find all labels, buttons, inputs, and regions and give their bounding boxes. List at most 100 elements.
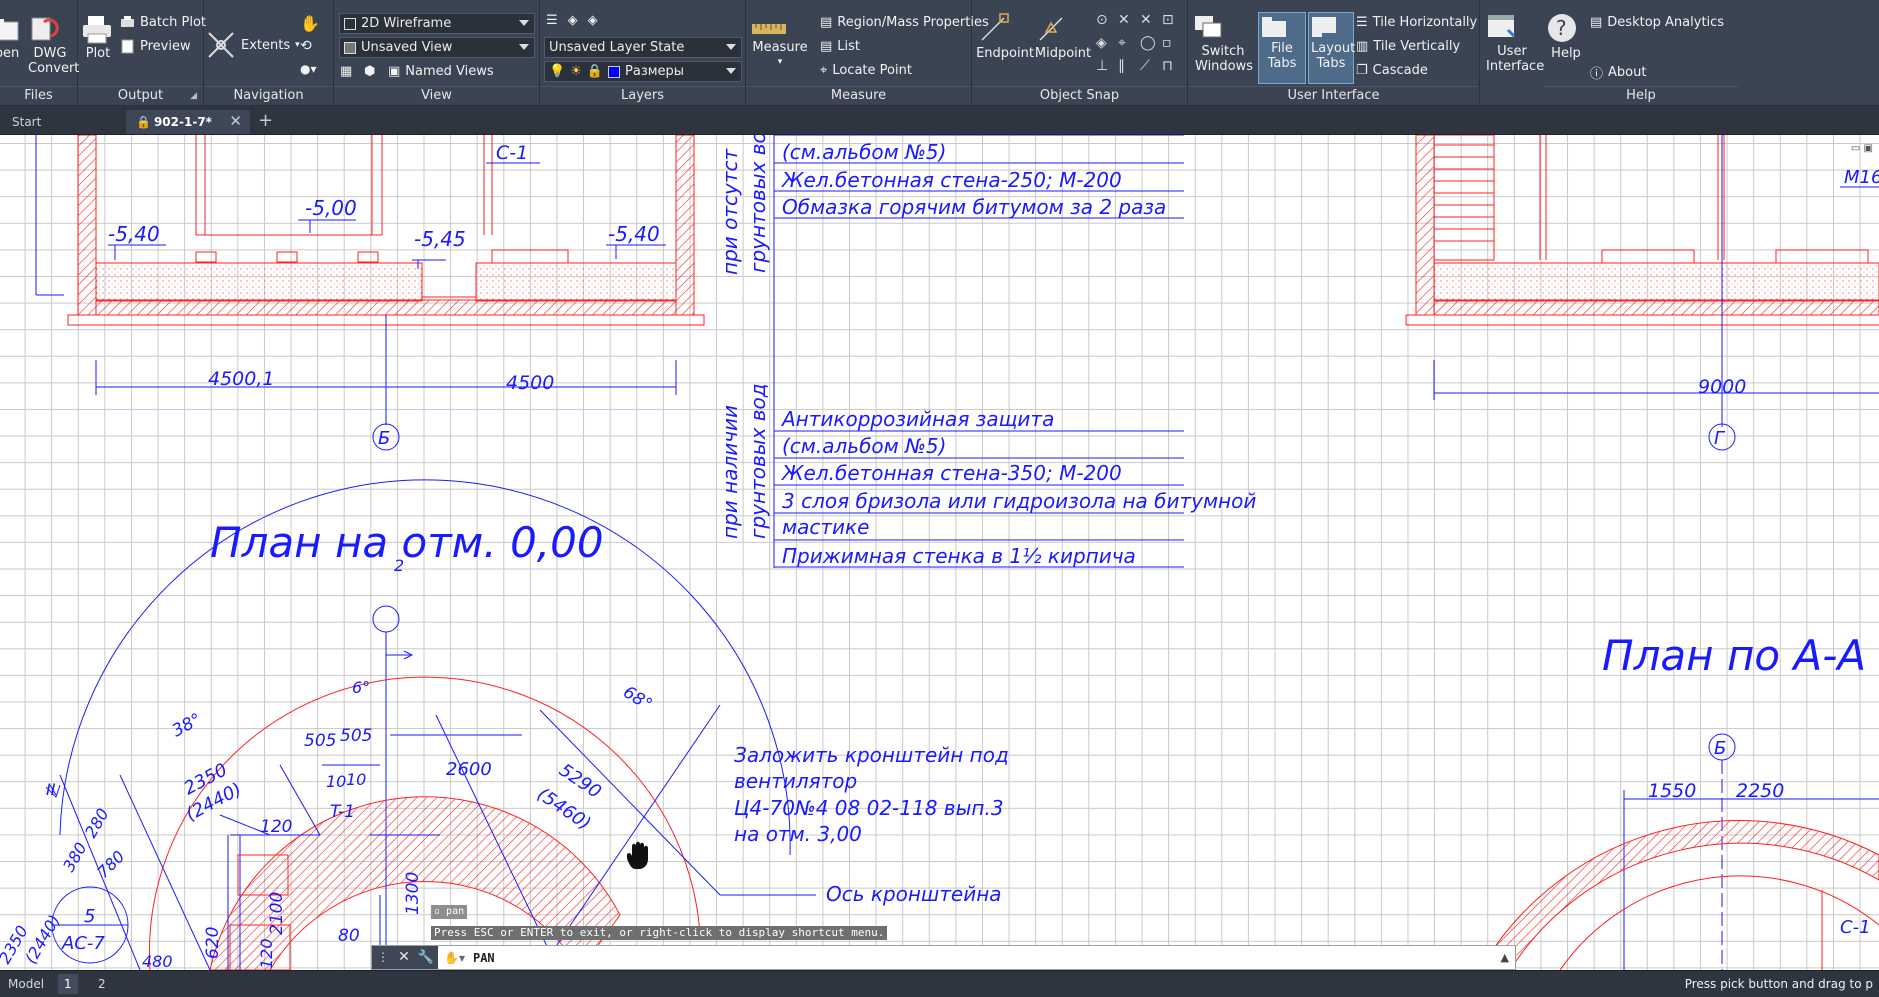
- plan-dim-2100: 2100: [267, 892, 287, 935]
- preview-button[interactable]: Preview: [120, 39, 191, 54]
- tile-vertically-icon: ▥: [1356, 39, 1369, 54]
- viewport-config-button[interactable]: ▦: [340, 64, 352, 79]
- endpoint-snap-button[interactable]: Endpoint: [976, 12, 1034, 61]
- plan-dim-80: 80: [338, 926, 360, 946]
- partial-dim-120: 120: [257, 938, 276, 969]
- saved-view-dropdown[interactable]: Unsaved View: [339, 37, 535, 58]
- tile-horizontally-button[interactable]: ☰ Tile Horizontally: [1356, 15, 1477, 30]
- cascade-icon: ❐: [1356, 63, 1368, 78]
- tile-vertically-button[interactable]: ▥ Tile Vertically: [1356, 39, 1460, 54]
- pan-button[interactable]: ✋: [300, 14, 320, 33]
- center-snap-icon[interactable]: ⊙: [1096, 12, 1118, 28]
- extents-button[interactable]: Extents ▾: [206, 30, 300, 60]
- drawing-svg: -5,40 -5,00 -5,45 -5,40 С-1 4500,1 4500 …: [0, 135, 1879, 970]
- svg-text:?: ?: [1556, 16, 1567, 40]
- steering-wheel-button[interactable]: ●▾: [300, 62, 317, 76]
- minimize-icon[interactable]: ▭: [1851, 143, 1860, 154]
- viewport-controls[interactable]: ▭ ▣: [1851, 143, 1873, 154]
- orbit-icon: ⟲: [300, 38, 312, 54]
- orbit-button[interactable]: ⟲: [300, 38, 312, 54]
- nearest-snap-icon[interactable]: ▫: [1162, 35, 1184, 51]
- close-icon[interactable]: ✕: [394, 946, 414, 969]
- vertical-label-2b: грунтовых вод: [746, 383, 770, 539]
- tab-layout-2[interactable]: 2: [92, 974, 112, 994]
- tab-model[interactable]: Model: [2, 974, 50, 994]
- view-cube-button[interactable]: ⬢: [364, 64, 375, 79]
- tab-layout-1[interactable]: 1: [58, 974, 78, 994]
- plan-dim-10-b: 10: [346, 770, 366, 789]
- switch-windows-button[interactable]: Switch Windows: [1192, 12, 1254, 74]
- lock-icon: 🔒: [136, 115, 151, 129]
- output-launcher-icon[interactable]: ◢: [190, 87, 197, 105]
- tab-drawing-902-1-7[interactable]: 🔒 902-1-7* ✕: [126, 110, 250, 134]
- desktop-analytics-button[interactable]: ▤ Desktop Analytics: [1590, 15, 1724, 30]
- axis-note: Ось кронштейна: [826, 882, 1002, 906]
- region-mass-button[interactable]: ▤ Region/Mass Properties: [820, 15, 989, 30]
- quadrant-snap-icon[interactable]: ◈: [1096, 35, 1118, 51]
- m16-label: М16: [1844, 167, 1879, 188]
- user-interface-button[interactable]: User Interface: [1484, 12, 1544, 74]
- restore-icon[interactable]: ▣: [1864, 143, 1873, 154]
- tangent-snap-icon[interactable]: ◯: [1140, 35, 1162, 51]
- pan-tooltip-icon: ▫: [434, 906, 447, 917]
- about-button[interactable]: ⓘ About: [1590, 63, 1646, 82]
- close-icon[interactable]: ✕: [229, 112, 242, 130]
- plan-dim-2250: 2250: [1736, 780, 1784, 802]
- snap-settings-icon[interactable]: ⊓: [1162, 58, 1184, 74]
- named-views-button[interactable]: ▣ Named Views: [388, 64, 494, 79]
- dwg-convert-button[interactable]: DWG Convert: [28, 14, 79, 76]
- chevron-up-icon[interactable]: ▲: [1501, 951, 1515, 964]
- cascade-button[interactable]: ❐ Cascade: [1356, 63, 1428, 78]
- plan-dim-620: 620: [203, 927, 223, 959]
- new-tab-button[interactable]: +: [258, 110, 273, 132]
- parallel-snap-icon[interactable]: ∥: [1118, 58, 1140, 74]
- plot-button[interactable]: Plot: [80, 14, 116, 61]
- grip-icon[interactable]: ⋮: [372, 946, 394, 969]
- apparent-intersection-icon[interactable]: ✕: [1140, 12, 1162, 28]
- wrench-icon[interactable]: 🔧: [414, 946, 438, 969]
- visual-style-dropdown[interactable]: 2D Wireframe: [339, 13, 535, 34]
- layer-dropdown[interactable]: 💡 ☀ 🔒 Размеры: [544, 61, 742, 82]
- layer-isolate-icon[interactable]: ◈: [568, 13, 578, 28]
- measure-button[interactable]: Measure ▾: [750, 18, 810, 70]
- node-snap-icon[interactable]: ⊡: [1162, 12, 1184, 28]
- chevron-down-icon: [726, 44, 736, 50]
- spec-row-bottom-5: мастике: [782, 515, 869, 539]
- status-bar: Model 1 2 Press pick button and drag to …: [0, 970, 1879, 997]
- ruler-icon: [750, 18, 810, 38]
- intersection-snap-icon[interactable]: ✕: [1118, 12, 1140, 28]
- command-hint: Press ESC or ENTER to exit, or right-cli…: [431, 926, 888, 940]
- extension-snap-icon[interactable]: ⟋: [1140, 58, 1162, 74]
- visual-style-icon: [344, 17, 356, 30]
- layer-unisolate-icon[interactable]: ◈: [588, 13, 598, 28]
- perpendicular-snap-icon[interactable]: ⌖: [1118, 35, 1140, 51]
- axis-g: Г: [1714, 428, 1726, 449]
- plan-dim-380: 380: [59, 839, 91, 875]
- layout-tabs-button[interactable]: Layout Tabs: [1308, 12, 1355, 84]
- open-button[interactable]: pen: [0, 14, 22, 61]
- spec-row-top-3: Обмазка горячим битумом за 2 раза: [782, 195, 1166, 219]
- layer-state-dropdown[interactable]: Unsaved Layer State: [544, 37, 742, 58]
- info-icon: ⓘ: [1590, 67, 1604, 82]
- tile-horizontally-icon: ☰: [1356, 15, 1368, 30]
- layer-properties-icon[interactable]: ☰: [546, 13, 558, 28]
- help-button[interactable]: ? Help: [1546, 12, 1586, 61]
- endpoint-icon: [976, 12, 1034, 44]
- command-input[interactable]: PAN: [465, 951, 1501, 965]
- spec-row-bottom-4: 3 слоя бризола или гидроизола на битумно…: [782, 489, 1256, 513]
- locate-point-button[interactable]: ⌖ Locate Point: [820, 63, 912, 78]
- file-tab-bar: Start 🔒 902-1-7* ✕ +: [0, 106, 1879, 135]
- note-line-3: Ц4-70№4 08 02-118 вып.3: [734, 796, 1004, 820]
- midpoint-snap-button[interactable]: Midpoint: [1034, 12, 1092, 61]
- file-tabs-button[interactable]: File Tabs: [1258, 12, 1306, 84]
- list-button[interactable]: ▤ List: [820, 39, 860, 54]
- spec-row-bottom-2: (см.альбом №5): [782, 434, 946, 458]
- hand-icon: ✋▾: [444, 950, 465, 965]
- drawing-canvas[interactable]: -5,40 -5,00 -5,45 -5,40 С-1 4500,1 4500 …: [0, 135, 1879, 970]
- dim-9000: 9000: [1698, 376, 1746, 398]
- insertion-snap-icon[interactable]: ⊥: [1096, 58, 1118, 74]
- section-right: [1405, 135, 1879, 451]
- measure-panel-title: Measure: [746, 86, 971, 104]
- batch-plot-button[interactable]: Batch Plot: [120, 15, 206, 30]
- tab-start[interactable]: Start: [2, 110, 126, 134]
